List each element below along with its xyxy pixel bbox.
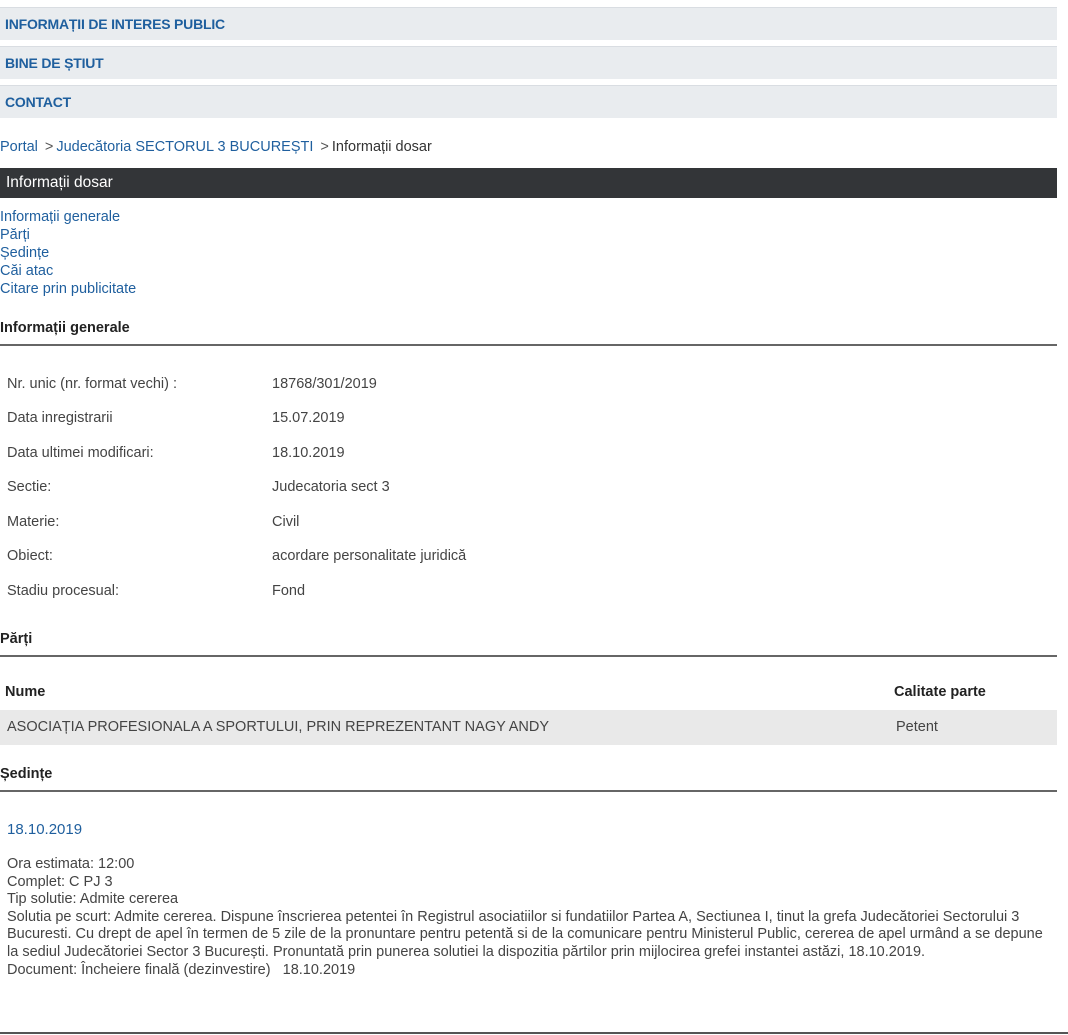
nav-link-contact[interactable]: CONTACT (5, 94, 71, 110)
hearing-solution-type: Tip solutie: Admite cererea (7, 891, 179, 908)
hearing-document: Document: Încheiere finală (dezinvestire… (7, 961, 356, 978)
info-value: 18.10.2019 (272, 445, 345, 461)
section-heading-informatii-generale: Informații generale (0, 320, 1057, 346)
info-label: Data inregistrarii (7, 410, 113, 426)
info-label: Nr. unic (nr. format vechi) : (7, 376, 178, 392)
info-row: Data inregistrarii 15.07.2019 (0, 410, 1057, 444)
info-value: Fond (272, 583, 306, 599)
page-title: Informații dosar (0, 168, 1057, 198)
info-value: acordare personalitate juridică (272, 548, 467, 564)
info-row: Nr. unic (nr. format vechi) : 18768/301/… (0, 376, 1057, 410)
info-row: Obiect: acordare personalitate juridică (0, 548, 1057, 582)
hearing-solution-summary: Solutia pe scurt: Admite cererea. Dispun… (7, 908, 1043, 960)
info-label: Data ultimei modificari: (7, 445, 154, 461)
party-name: ASOCIAȚIA PROFESIONALA A SPORTULUI, PRIN… (7, 719, 550, 735)
link-citare-publicitate[interactable]: Citare prin publicitate (0, 280, 136, 298)
link-cai-atac[interactable]: Căi atac (0, 262, 136, 280)
nav-link-informatii-interes-public[interactable]: INFORMAȚII DE INTERES PUBLIC (5, 16, 225, 32)
link-parti[interactable]: Părți (0, 226, 136, 244)
info-row: Sectie: Judecatoria sect 3 (0, 479, 1057, 513)
section-heading-parti: Părți (0, 631, 1057, 657)
nav-item-bine-de-stiut[interactable]: BINE DE ȘTIUT (0, 46, 1057, 79)
breadcrumb-separator: > (44, 139, 54, 155)
info-value: 18768/301/2019 (272, 376, 377, 392)
column-header-calitate: Calitate parte (894, 684, 986, 700)
party-role: Petent (896, 719, 938, 735)
hearing-date: 18.10.2019 (7, 821, 83, 838)
breadcrumb-current: Informații dosar (331, 139, 432, 155)
info-label: Stadiu procesual: (7, 583, 120, 599)
section-links: Informații generale Părți Ședințe Căi at… (0, 208, 136, 298)
info-row: Data ultimei modificari: 18.10.2019 (0, 445, 1057, 479)
table-row: ASOCIAȚIA PROFESIONALA A SPORTULUI, PRIN… (0, 710, 1057, 745)
breadcrumb-separator: > (320, 139, 329, 155)
breadcrumb-portal[interactable]: Portal (0, 139, 38, 155)
info-row: Materie: Civil (0, 514, 1057, 548)
column-header-nume: Nume (5, 684, 46, 700)
info-label: Materie: (7, 514, 60, 530)
info-label: Obiect: (7, 548, 53, 564)
hearing-time: Ora estimata: 12:00 (7, 856, 135, 872)
nav-link-bine-de-stiut[interactable]: BINE DE ȘTIUT (5, 55, 104, 71)
info-value: Judecatoria sect 3 (272, 479, 390, 495)
section-heading-sedinte: Ședințe (0, 766, 1057, 792)
info-row: Stadiu procesual: Fond (0, 583, 1057, 617)
breadcrumb: Portal > Judecătoria SECTORUL 3 BUCUREȘTI >… (0, 139, 432, 155)
breadcrumb-court[interactable]: Judecătoria SECTORUL 3 BUCUREȘTI (56, 139, 313, 155)
hearing-details: Ora estimata: 12:00 Complet: C PJ 3 Tip … (7, 856, 1047, 979)
link-informatii-generale[interactable]: Informații generale (0, 208, 136, 226)
info-value: Civil (272, 514, 300, 530)
info-value: 15.07.2019 (272, 410, 345, 426)
bottom-divider (0, 1032, 1068, 1034)
info-label: Sectie: (7, 479, 52, 495)
link-sedinte[interactable]: Ședințe (0, 244, 136, 262)
nav-item-contact[interactable]: CONTACT (0, 85, 1057, 118)
nav-item-informatii-interes-public[interactable]: INFORMAȚII DE INTERES PUBLIC (0, 7, 1057, 40)
hearing-panel: Complet: C PJ 3 (7, 873, 113, 890)
